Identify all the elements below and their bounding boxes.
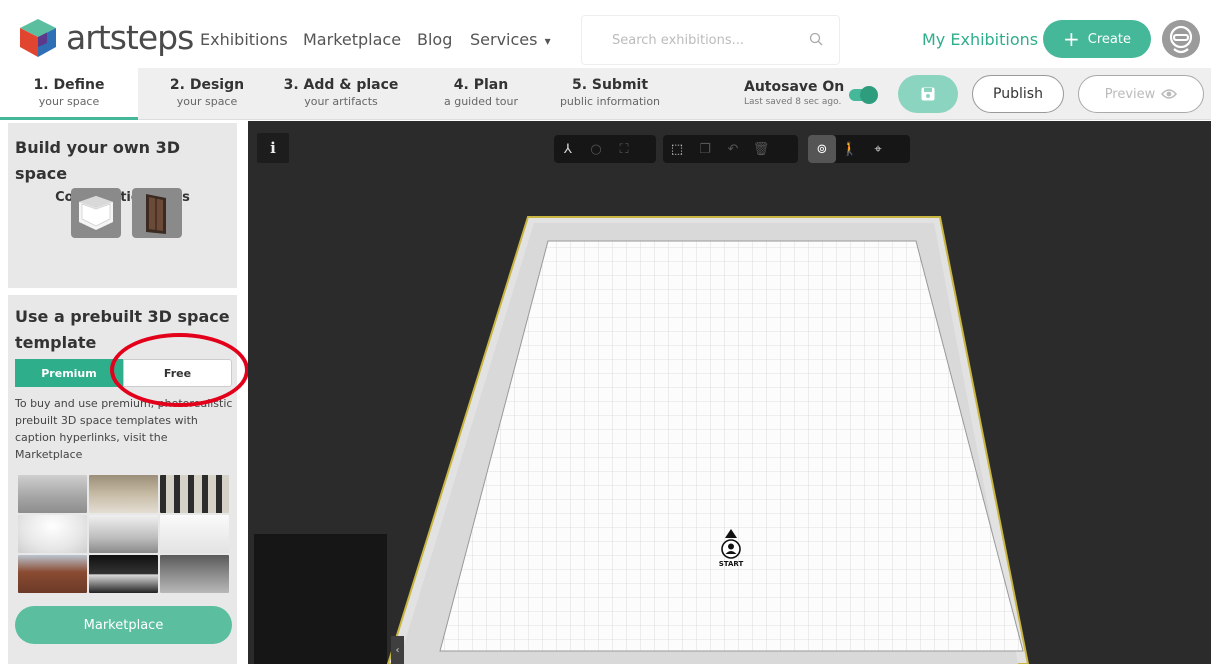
left-sidebar: Build your own 3D space Construction too… xyxy=(0,121,248,664)
brand-name[interactable]: artsteps xyxy=(66,18,194,57)
step-title: 2. Design xyxy=(169,77,245,93)
step-define[interactable]: 1. Define your space xyxy=(0,68,138,120)
step-title: 4. Plan xyxy=(453,77,509,93)
construction-tools-label: Construction tools xyxy=(55,190,190,205)
undo-icon[interactable]: ↶ xyxy=(719,135,747,163)
template-description: To buy and use premium, photorealistic p… xyxy=(15,397,233,461)
publish-button[interactable]: Publish xyxy=(972,75,1064,113)
template-thumbnail[interactable] xyxy=(160,555,229,593)
select-icon[interactable]: ⬚ xyxy=(663,135,691,163)
step-plan[interactable]: 4. Plan a guided tour xyxy=(416,68,546,120)
build-space-panel: Build your own 3D space Construction too… xyxy=(8,123,237,288)
search-input[interactable] xyxy=(582,16,802,64)
template-thumbnail[interactable] xyxy=(18,515,87,553)
info-button[interactable]: i xyxy=(257,133,289,163)
nav-blog[interactable]: Blog xyxy=(417,30,452,49)
step-subtitle: your artifacts xyxy=(304,95,378,108)
person-pin-icon xyxy=(721,539,741,559)
scale-icon[interactable]: ⛶ xyxy=(610,135,638,163)
template-thumbnail[interactable] xyxy=(160,475,229,513)
search-box xyxy=(581,15,840,65)
template-title-line2: template xyxy=(15,333,97,352)
collapse-panel-button[interactable]: ‹ xyxy=(391,636,404,664)
save-button[interactable] xyxy=(898,75,958,113)
floor-plan-view xyxy=(386,216,1030,664)
my-exhibitions-link[interactable]: My Exhibitions xyxy=(922,30,1038,49)
template-thumbnail[interactable] xyxy=(18,475,87,513)
marketplace-button[interactable]: Marketplace xyxy=(15,606,232,644)
floppy-disk-icon xyxy=(921,87,935,101)
nav-exhibitions[interactable]: Exhibitions xyxy=(200,30,288,49)
3d-canvas[interactable]: i ⅄ ○ ⛶ ⬚ ❐ ↶ 🗑 ⊚ 🚶 ⌖ ‹ START xyxy=(248,121,1211,664)
step-title: 5. Submit xyxy=(571,77,649,93)
template-thumbnails xyxy=(18,475,229,593)
template-thumbnail[interactable] xyxy=(89,515,158,553)
nav-services-label: Services xyxy=(470,30,538,49)
template-panel: Use a prebuilt 3D space template Premium… xyxy=(8,295,237,664)
autosave-status: Autosave On Last saved 8 sec ago. xyxy=(744,79,844,107)
step-subtitle: a guided tour xyxy=(443,95,518,108)
step-title: 1. Define xyxy=(33,77,105,93)
orbit-view-icon[interactable]: ⊚ xyxy=(808,135,836,163)
step-design[interactable]: 2. Design your space xyxy=(138,68,276,120)
wall-tool-icon[interactable] xyxy=(71,188,121,238)
top-navigation: artsteps Exhibitions Marketplace Blog Se… xyxy=(0,0,1211,68)
step-add-place[interactable]: 3. Add & place your artifacts xyxy=(276,68,406,120)
tab-premium[interactable]: Premium xyxy=(15,359,123,387)
rotate-icon[interactable]: ○ xyxy=(582,135,610,163)
nav-services[interactable]: Services ▾ xyxy=(470,30,551,49)
user-avatar[interactable] xyxy=(1162,20,1200,58)
transform-toolbar: ⅄ ○ ⛶ xyxy=(554,135,656,163)
create-button-label: Create xyxy=(1087,31,1131,47)
chevron-down-icon: ▾ xyxy=(544,34,551,48)
view-toolbar: ⊚ 🚶 ⌖ xyxy=(808,135,910,163)
eye-icon xyxy=(1161,89,1178,99)
delete-icon[interactable]: 🗑 xyxy=(747,135,775,163)
nav-marketplace[interactable]: Marketplace xyxy=(303,30,401,49)
minimap[interactable] xyxy=(254,534,387,664)
step-subtitle: your space xyxy=(38,95,100,108)
template-panel-title: Use a prebuilt 3D space template xyxy=(8,295,237,356)
toggle-knob xyxy=(860,86,878,104)
start-label: START xyxy=(718,560,744,568)
plus-icon: + xyxy=(1063,27,1080,51)
create-button[interactable]: + Create xyxy=(1043,20,1151,58)
door-tool-icon[interactable] xyxy=(132,188,182,238)
preview-button[interactable]: Preview xyxy=(1078,75,1204,113)
top-view-icon[interactable]: ⌖ xyxy=(864,135,892,163)
template-thumbnail[interactable] xyxy=(89,475,158,513)
axis-icon[interactable]: ⅄ xyxy=(554,135,582,163)
template-tabs: Premium Free xyxy=(15,359,232,387)
template-thumbnail[interactable] xyxy=(160,515,229,553)
start-arrow-icon xyxy=(725,529,737,538)
start-marker[interactable]: START xyxy=(718,529,744,568)
walk-view-icon[interactable]: 🚶 xyxy=(836,135,864,163)
build-panel-title: Build your own 3D space xyxy=(15,138,180,183)
step-title: 3. Add & place xyxy=(283,77,399,93)
template-thumbnail[interactable] xyxy=(18,555,87,593)
search-icon[interactable] xyxy=(809,32,823,46)
template-thumbnail[interactable] xyxy=(89,555,158,593)
step-submit[interactable]: 5. Submit public information xyxy=(545,68,675,120)
preview-button-label: Preview xyxy=(1104,86,1156,102)
artsteps-logo-icon[interactable] xyxy=(16,15,60,59)
edit-toolbar: ⬚ ❐ ↶ 🗑 xyxy=(663,135,798,163)
step-subtitle: public information xyxy=(559,95,661,108)
tab-free[interactable]: Free xyxy=(123,359,232,387)
autosave-toggle[interactable] xyxy=(849,86,878,104)
template-title-line1: Use a prebuilt 3D space xyxy=(15,307,230,326)
copy-icon[interactable]: ❐ xyxy=(691,135,719,163)
last-saved-text: Last saved 8 sec ago. xyxy=(744,97,842,107)
step-subtitle: your space xyxy=(176,95,238,108)
autosave-label: Autosave On xyxy=(744,79,845,95)
